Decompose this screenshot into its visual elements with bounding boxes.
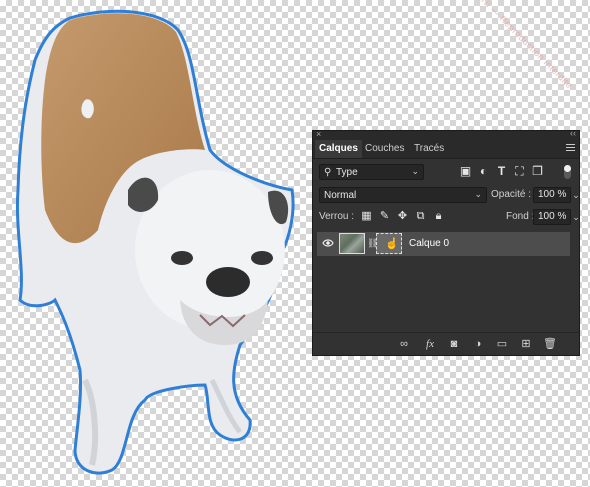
layer-row[interactable]: ⛓ ☝ Calque 0: [317, 232, 570, 256]
search-icon: ⚲: [324, 167, 332, 178]
panel-tabs: Calques Couches Tracés: [313, 140, 579, 159]
link-layers-icon[interactable]: ∞: [397, 337, 411, 351]
tab-traces[interactable]: Tracés: [410, 140, 448, 158]
lock-transparent-pixels-icon[interactable]: ▦: [360, 210, 373, 223]
opacity-label: Opacité :: [491, 189, 532, 200]
adjustment-filter-icon[interactable]: ◐: [477, 165, 490, 178]
delete-layer-icon[interactable]: 🗑︎: [543, 337, 557, 351]
blend-mode-value: Normal: [324, 190, 357, 201]
filter-toggle[interactable]: [564, 165, 571, 179]
blend-row: Normal ⌄ Opacité : 100 % ⌄: [319, 187, 580, 203]
panel-menu-icon[interactable]: [566, 144, 575, 153]
blend-mode-select[interactable]: Normal ⌄: [319, 187, 487, 203]
fill-label: Fond :: [506, 211, 535, 222]
filter-row: ⚲ Type ⌄ ▣ ◐ T ⛶ ❐: [319, 164, 573, 182]
fill-slider-chevron-icon[interactable]: ⌄: [571, 209, 581, 225]
close-panel-icon[interactable]: ×: [316, 129, 321, 139]
fill-field[interactable]: 100 %: [533, 209, 571, 225]
add-mask-icon[interactable]: ◙: [447, 337, 461, 351]
filter-kind-label: Type: [336, 167, 358, 178]
cursor-icon: ☝: [385, 238, 399, 250]
lock-artboard-icon[interactable]: ⧉: [414, 210, 427, 223]
visibility-eye-icon[interactable]: [322, 238, 334, 248]
layer-thumbnail[interactable]: [339, 233, 365, 254]
fx-icon[interactable]: fx: [423, 337, 437, 351]
tab-couches[interactable]: Couches: [361, 140, 408, 158]
shape-filter-icon[interactable]: ⛶: [513, 165, 526, 178]
filter-kind-select[interactable]: ⚲ Type ⌄: [319, 164, 424, 180]
new-adjustment-icon[interactable]: ◑: [471, 337, 485, 351]
canvas-subject-bulldog: [15, 9, 295, 475]
lock-image-pixels-icon[interactable]: ✎: [378, 210, 391, 223]
chevron-down-icon: ⌄: [474, 189, 482, 199]
collapse-panel-icon[interactable]: ‹‹: [570, 128, 576, 138]
new-layer-icon[interactable]: ⊞: [519, 337, 533, 351]
new-group-icon[interactable]: ▭: [495, 337, 509, 351]
panel-title-bar[interactable]: × ‹‹: [313, 128, 579, 140]
opacity-field[interactable]: 100 %: [533, 187, 571, 203]
tab-calques[interactable]: Calques: [315, 140, 362, 158]
layers-panel: × ‹‹ Calques Couches Tracés ⚲ Type ⌄ ▣ ◐…: [312, 128, 580, 356]
layer-mask-thumbnail[interactable]: ☝: [376, 233, 402, 254]
watermark: Éditions ENI — Reproduction interdite: [447, 0, 575, 91]
lock-row: Verrou : ▦ ✎ ✥ ⧉ 🔒︎ Fond : 100 % ⌄: [319, 209, 580, 225]
layer-name[interactable]: Calque 0: [409, 238, 449, 249]
lock-label: Verrou :: [319, 211, 355, 222]
text-filter-icon[interactable]: T: [495, 165, 508, 178]
opacity-slider-chevron-icon[interactable]: ⌄: [571, 187, 581, 203]
lock-all-icon[interactable]: 🔒︎: [432, 210, 445, 223]
image-filter-icon[interactable]: ▣: [459, 165, 472, 178]
smart-object-filter-icon[interactable]: ❐: [531, 165, 544, 178]
panel-footer: ∞ fx ◙ ◑ ▭ ⊞ 🗑︎: [313, 332, 579, 355]
chevron-down-icon: ⌄: [411, 166, 419, 176]
lock-position-icon[interactable]: ✥: [396, 210, 409, 223]
mask-link-icon[interactable]: ⛓: [367, 238, 378, 249]
